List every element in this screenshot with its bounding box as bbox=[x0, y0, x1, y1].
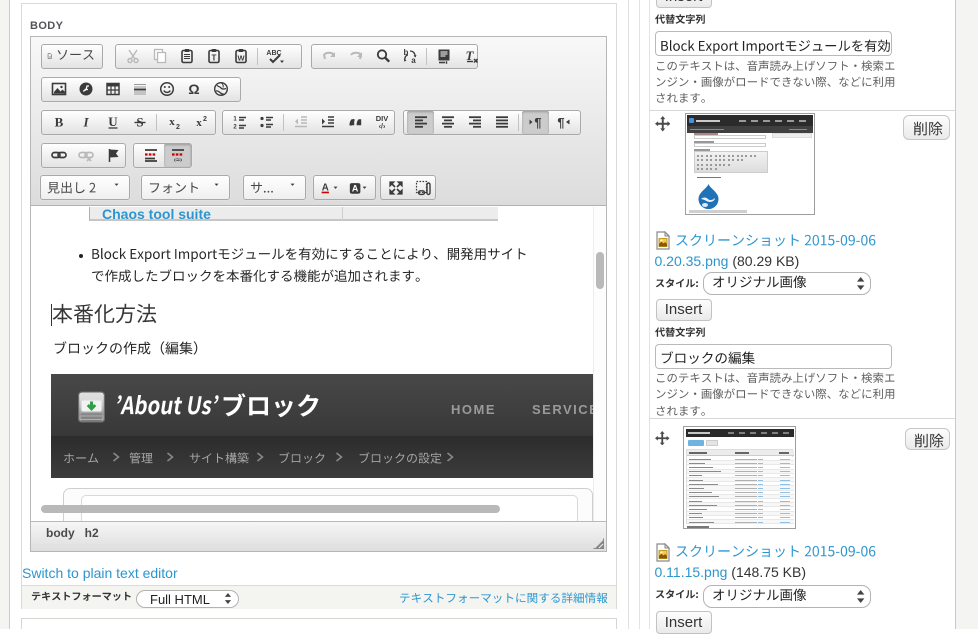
svg-text:‹≈›: ‹≈› bbox=[173, 157, 182, 163]
svg-text:‹›: ‹› bbox=[49, 55, 51, 59]
svg-text:1: 1 bbox=[233, 117, 237, 123]
svg-text:Ω: Ω bbox=[188, 81, 199, 97]
svg-text:2: 2 bbox=[203, 116, 207, 123]
svg-text:2: 2 bbox=[233, 125, 237, 131]
svg-text:2: 2 bbox=[176, 124, 180, 130]
svg-text:T: T bbox=[211, 54, 216, 63]
svg-text:U: U bbox=[108, 114, 118, 129]
svg-text:W: W bbox=[237, 54, 245, 63]
svg-text:‹/›: ‹/› bbox=[378, 124, 385, 131]
svg-text:I: I bbox=[82, 115, 89, 130]
svg-text:¶: ¶ bbox=[557, 115, 564, 130]
svg-text:¶: ¶ bbox=[534, 115, 541, 130]
svg-text:x: x bbox=[169, 116, 175, 128]
svg-text:A: A bbox=[351, 183, 358, 193]
svg-text:DIV: DIV bbox=[375, 114, 388, 123]
svg-text:T: T bbox=[465, 48, 474, 63]
svg-text:x: x bbox=[196, 117, 202, 129]
svg-text:B: B bbox=[54, 115, 63, 130]
